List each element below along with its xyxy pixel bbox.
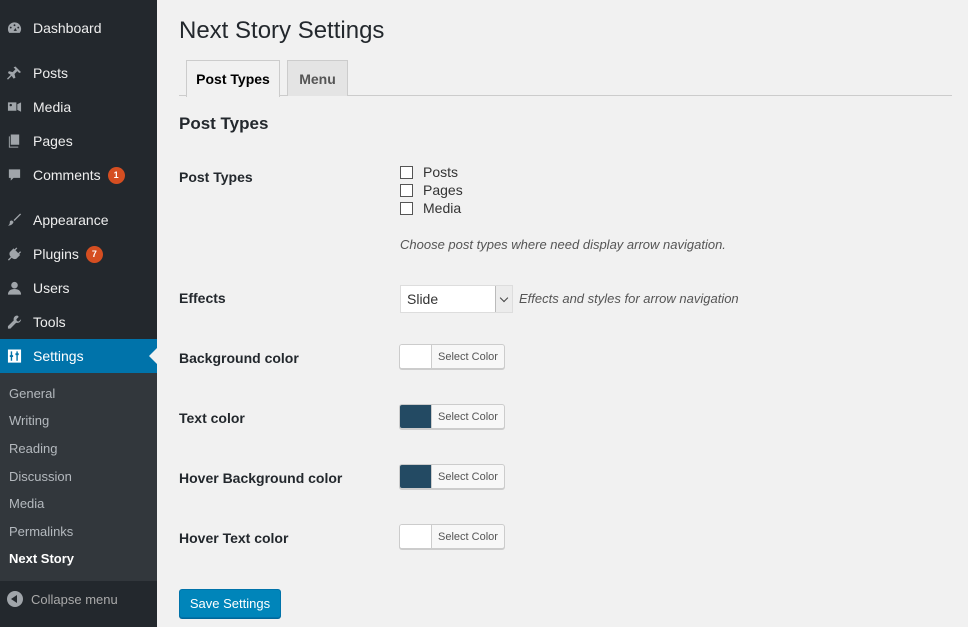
menu-item-tools[interactable]: Tools: [0, 305, 157, 339]
select-color-label: Select Color: [438, 530, 498, 543]
admin-sidebar: Dashboard Posts Media Pages Comments 1 A…: [0, 0, 157, 627]
menu-label: Pages: [33, 133, 73, 149]
settings-icon: [7, 349, 22, 364]
background-color-label: Background color: [179, 350, 299, 366]
collapse-menu-button[interactable]: Collapse menu: [0, 586, 157, 612]
collapse-arrow-icon: [7, 591, 23, 607]
menu-label: Dashboard: [33, 20, 102, 36]
page-title: Next Story Settings: [179, 17, 385, 44]
section-title: Post Types: [179, 114, 269, 133]
checkbox-label: Posts: [423, 164, 459, 180]
submenu-next-story[interactable]: Next Story: [9, 551, 74, 566]
wrench-icon: [7, 315, 22, 330]
comment-icon: [7, 168, 22, 183]
menu-label: Plugins: [33, 246, 79, 262]
color-swatch: [400, 405, 432, 428]
save-settings-button[interactable]: Save Settings: [179, 589, 281, 618]
menu-label: Settings: [33, 348, 84, 364]
submenu-discussion[interactable]: Discussion: [9, 469, 72, 484]
hover-text-color-picker[interactable]: Select Color: [399, 524, 505, 549]
menu-item-pages[interactable]: Pages: [0, 124, 157, 158]
plugins-update-badge: 7: [85, 245, 103, 263]
tab-post-types[interactable]: Post Types: [186, 60, 280, 97]
menu-label: Appearance: [33, 212, 109, 228]
select-color-label: Select Color: [438, 350, 498, 363]
checkbox-box[interactable]: [400, 165, 413, 179]
chevron-down-icon: [495, 286, 512, 312]
menu-label: Tools: [33, 314, 66, 330]
checkbox-box[interactable]: [400, 183, 413, 197]
checkbox-label: Media: [423, 200, 462, 216]
dashboard-icon: [7, 21, 22, 36]
checkbox-pages[interactable]: Pages: [400, 182, 463, 198]
pin-icon: [7, 66, 22, 81]
submenu-media[interactable]: Media: [9, 496, 44, 511]
pages-icon: [7, 134, 22, 149]
effects-select[interactable]: Slide: [400, 285, 513, 313]
color-swatch: [400, 345, 432, 368]
post-types-description: Choose post types where need display arr…: [400, 237, 726, 252]
comments-count-badge: 1: [107, 166, 125, 184]
submenu-general[interactable]: General: [9, 386, 55, 401]
hover-text-color-label: Hover Text color: [179, 530, 289, 546]
effects-selected-value: Slide: [407, 291, 439, 307]
checkbox-label: Pages: [423, 182, 463, 198]
select-color-label: Select Color: [438, 410, 498, 423]
menu-item-settings[interactable]: Settings: [0, 339, 157, 373]
menu-item-posts[interactable]: Posts: [0, 56, 157, 90]
hover-background-color-picker[interactable]: Select Color: [399, 464, 505, 489]
checkbox-media[interactable]: Media: [400, 200, 461, 216]
settings-submenu: General Writing Reading Discussion Media…: [0, 373, 157, 581]
brush-icon: [7, 213, 22, 228]
tab-menu[interactable]: Menu: [287, 60, 348, 96]
menu-item-plugins[interactable]: Plugins 7: [0, 237, 157, 271]
submenu-permalinks[interactable]: Permalinks: [9, 524, 73, 539]
post-types-label: Post Types: [179, 169, 253, 185]
menu-label: Comments: [33, 167, 101, 183]
menu-label: Media: [33, 99, 72, 115]
media-icon: [7, 100, 22, 115]
color-swatch: [400, 525, 432, 548]
menu-item-appearance[interactable]: Appearance: [0, 203, 157, 237]
select-color-label: Select Color: [438, 470, 498, 483]
menu-item-media[interactable]: Media: [0, 90, 157, 124]
text-color-picker[interactable]: Select Color: [399, 404, 505, 429]
menu-label: Posts: [33, 65, 69, 81]
color-swatch: [400, 465, 432, 488]
text-color-label: Text color: [179, 410, 245, 426]
user-icon: [7, 281, 22, 296]
menu-item-comments[interactable]: Comments 1: [0, 158, 157, 192]
background-color-picker[interactable]: Select Color: [399, 344, 505, 369]
plugin-icon: [7, 247, 22, 262]
effects-description: Effects and styles for arrow navigation: [519, 291, 739, 306]
checkbox-posts[interactable]: Posts: [400, 164, 458, 180]
menu-item-users[interactable]: Users: [0, 271, 157, 305]
hover-background-color-label: Hover Background color: [179, 470, 343, 486]
submenu-writing[interactable]: Writing: [9, 413, 49, 428]
settings-tabs: Post Types Menu: [179, 60, 952, 97]
effects-label: Effects: [179, 290, 226, 306]
menu-label: Users: [33, 280, 70, 296]
collapse-menu-label: Collapse menu: [31, 591, 118, 607]
checkbox-box[interactable]: [400, 201, 413, 215]
menu-item-dashboard[interactable]: Dashboard: [0, 11, 157, 45]
submenu-reading[interactable]: Reading: [9, 441, 57, 456]
